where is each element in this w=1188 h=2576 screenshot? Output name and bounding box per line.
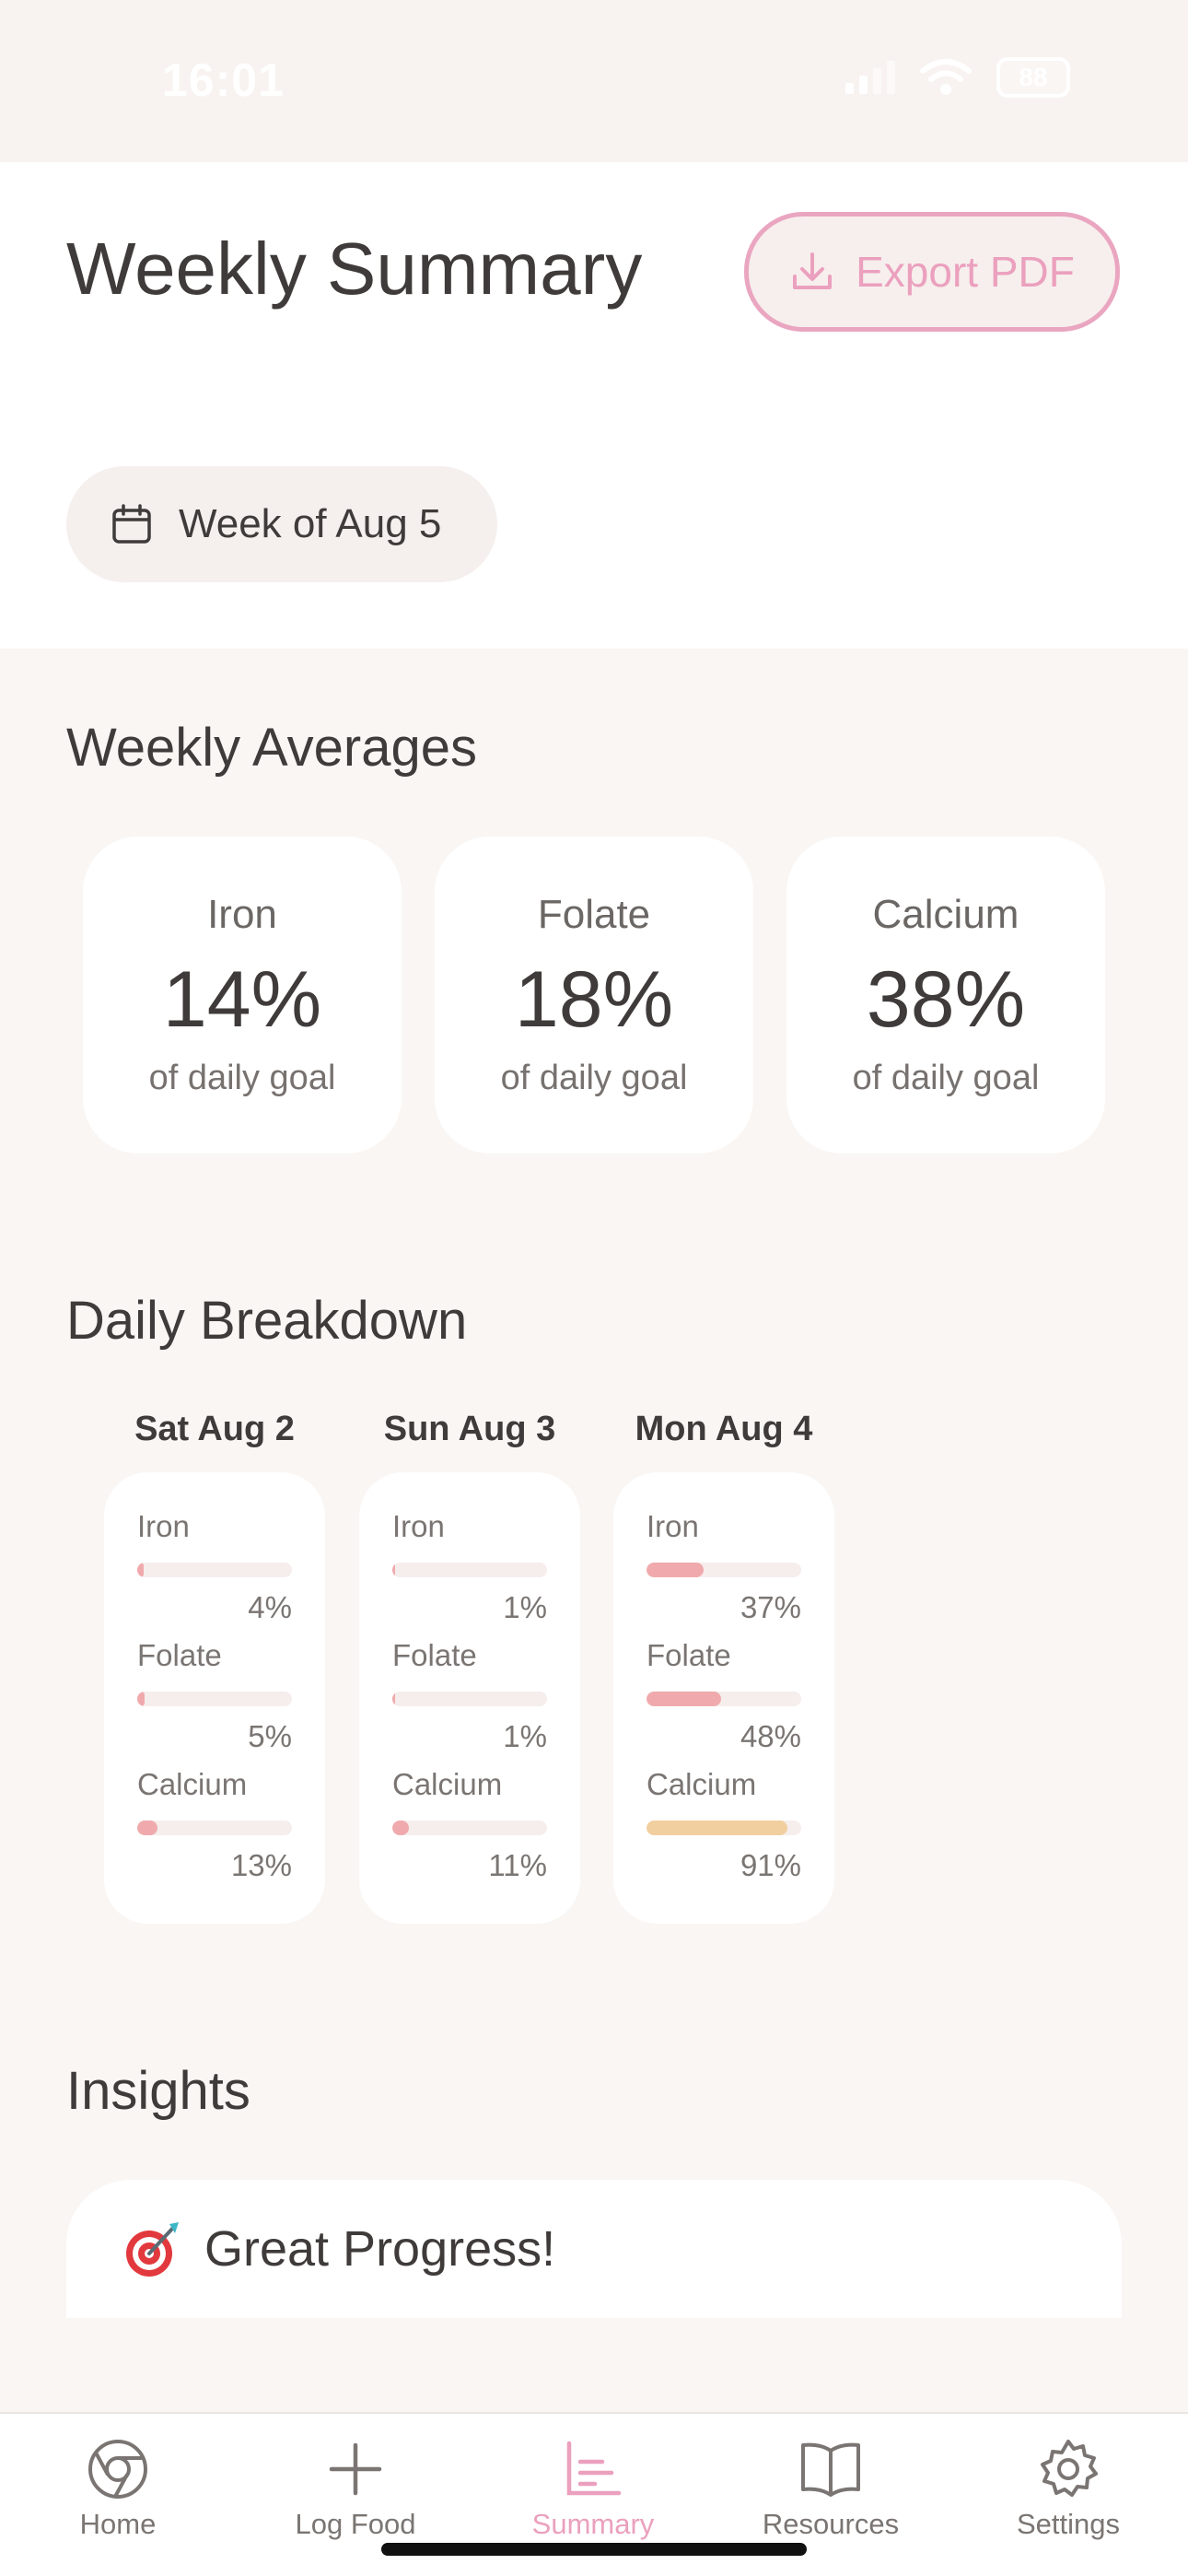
nutrient-row-iron: Iron 37% <box>646 1509 801 1638</box>
nutrient-row-calcium: Calcium 11% <box>392 1767 547 1896</box>
progress-track <box>137 1563 292 1577</box>
target-icon <box>126 2222 179 2277</box>
home-icon <box>88 2440 147 2499</box>
average-subtitle: of daily goal <box>500 1059 688 1097</box>
day-label: Sun Aug 3 <box>383 1410 556 1448</box>
day-label: Mon Aug 4 <box>635 1410 813 1448</box>
average-card-calcium: Calcium 38% of daily goal <box>786 837 1105 1153</box>
average-value: 38% <box>866 955 1026 1044</box>
nutrient-name: Folate <box>392 1638 477 1672</box>
progress-fill <box>392 1821 410 1835</box>
header: Weekly Summary Export PDF Week of Aug 5 <box>0 162 1188 649</box>
tab-summary[interactable]: Summary <box>492 2436 694 2541</box>
progress-track <box>137 1692 292 1706</box>
status-time: 16:01 <box>162 54 285 106</box>
nutrient-percent: 1% <box>503 1719 547 1753</box>
progress-fill <box>137 1821 157 1835</box>
progress-track <box>392 1563 547 1577</box>
average-name: Iron <box>207 892 277 937</box>
progress-fill <box>392 1563 396 1577</box>
nutrient-row-iron: Iron 1% <box>392 1509 547 1638</box>
progress-track <box>392 1821 547 1835</box>
daily-breakdown-title: Daily Breakdown <box>66 1291 468 1351</box>
nutrient-row-calcium: Calcium 91% <box>646 1767 801 1896</box>
home-indicator <box>381 2543 807 2556</box>
nutrient-row-folate: Folate 1% <box>392 1638 547 1767</box>
nutrient-percent: 37% <box>740 1590 801 1624</box>
nutrient-percent: 48% <box>740 1719 801 1753</box>
tab-label: Log Food <box>295 2508 416 2540</box>
book-icon <box>801 2442 860 2497</box>
nutrient-name: Calcium <box>646 1767 757 1801</box>
page-title: Weekly Summary <box>66 228 643 310</box>
average-card-folate: Folate 18% of daily goal <box>435 837 753 1153</box>
nutrient-percent: 13% <box>230 1848 292 1882</box>
nutrient-row-iron: Iron 4% <box>137 1509 292 1638</box>
nutrient-name: Calcium <box>392 1767 503 1801</box>
weekly-averages-title: Weekly Averages <box>66 718 477 778</box>
week-selector[interactable]: Week of Aug 5 <box>66 466 497 582</box>
nutrient-row-folate: Folate 5% <box>137 1638 292 1767</box>
download-icon <box>793 252 833 289</box>
nutrient-name: Calcium <box>137 1767 248 1801</box>
tab-home[interactable]: Home <box>17 2436 219 2541</box>
nutrient-name: Iron <box>137 1509 190 1543</box>
export-pdf-label: Export PDF <box>856 248 1075 296</box>
average-name: Calcium <box>872 892 1019 937</box>
progress-fill <box>137 1692 146 1706</box>
nutrient-percent: 91% <box>740 1848 801 1882</box>
week-label: Week of Aug 5 <box>179 501 442 546</box>
progress-track <box>646 1563 801 1577</box>
nutrient-row-folate: Folate 48% <box>646 1638 801 1767</box>
progress-fill <box>646 1563 705 1577</box>
tab-label: Summary <box>531 2508 655 2540</box>
nutrient-name: Iron <box>646 1509 699 1543</box>
progress-fill <box>646 1821 787 1835</box>
nutrient-name: Folate <box>137 1638 222 1672</box>
progress-track <box>646 1821 801 1835</box>
progress-fill <box>137 1563 144 1577</box>
insight-card-title: Great Progress! <box>204 2221 556 2277</box>
tab-label: Settings <box>1016 2508 1120 2540</box>
average-name: Folate <box>537 892 651 937</box>
average-card-iron: Iron 14% of daily goal <box>83 837 402 1153</box>
progress-fill <box>392 1692 396 1706</box>
average-subtitle: of daily goal <box>148 1059 336 1097</box>
day-card-sun[interactable]: Iron 1% Folate 1% Calcium 11% <box>359 1472 580 1924</box>
insight-card[interactable]: Great Progress! <box>66 2180 1122 2318</box>
progress-track <box>137 1821 292 1835</box>
nutrient-percent: 11% <box>488 1848 547 1882</box>
tab-label: Resources <box>762 2508 900 2540</box>
tab-log-food[interactable]: Log Food <box>254 2436 457 2541</box>
status-bar: 16:01 88 <box>0 0 1188 162</box>
signal-icon <box>845 61 895 94</box>
tab-resources[interactable]: Resources <box>729 2436 932 2541</box>
calendar-icon <box>112 504 151 544</box>
day-card-mon[interactable]: Iron 37% Folate 48% Calcium 91% <box>613 1472 834 1924</box>
nutrient-row-calcium: Calcium 13% <box>137 1767 292 1896</box>
export-pdf-button[interactable]: Export PDF <box>744 212 1120 332</box>
status-icons: 88 <box>845 57 1070 98</box>
wifi-icon <box>920 59 972 95</box>
average-value: 14% <box>162 955 322 1044</box>
nutrient-percent: 5% <box>248 1719 292 1753</box>
day-card-sat[interactable]: Iron 4% Folate 5% Calcium 13% <box>104 1472 325 1924</box>
gear-icon <box>1041 2440 1098 2497</box>
nutrient-percent: 4% <box>248 1590 292 1624</box>
insights-title: Insights <box>66 2061 250 2121</box>
nutrient-percent: 1% <box>503 1590 547 1624</box>
average-subtitle: of daily goal <box>852 1059 1040 1097</box>
plus-icon <box>329 2442 382 2496</box>
tab-label: Home <box>79 2508 157 2540</box>
progress-fill <box>646 1692 721 1706</box>
chart-icon <box>566 2441 622 2496</box>
progress-track <box>646 1692 801 1706</box>
nutrient-name: Folate <box>646 1638 731 1672</box>
battery-icon: 88 <box>996 57 1070 98</box>
average-value: 18% <box>514 955 674 1044</box>
nutrient-name: Iron <box>392 1509 445 1543</box>
day-label: Sat Aug 2 <box>134 1410 295 1448</box>
progress-track <box>392 1692 547 1706</box>
tab-settings[interactable]: Settings <box>967 2436 1170 2541</box>
